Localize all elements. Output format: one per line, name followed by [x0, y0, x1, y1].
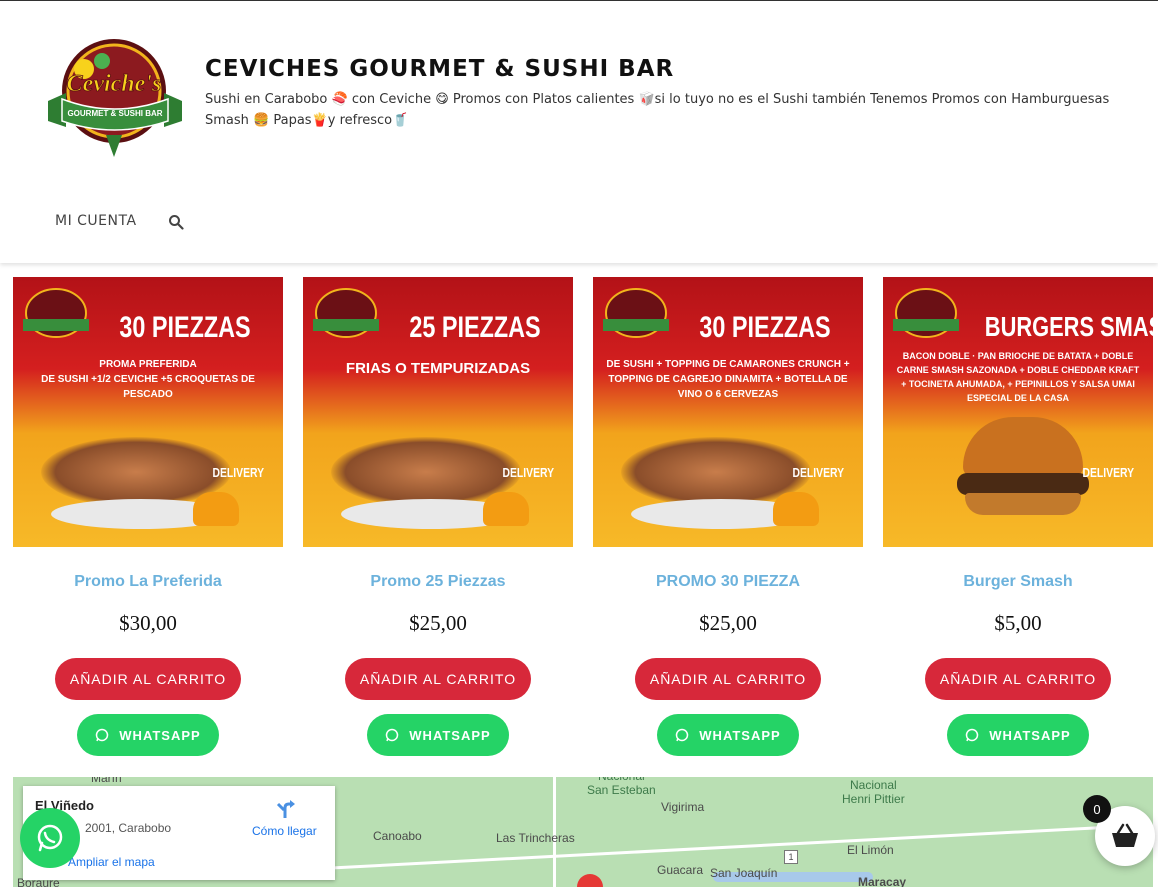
directions-link[interactable]: Cómo llegar	[252, 824, 317, 838]
embedded-map[interactable]: Marín Nacional San Esteban Vigirima Naci…	[13, 777, 1153, 887]
delivery-badge: DELIVERY	[212, 465, 265, 480]
map-address: 2001, Carabobo	[85, 821, 172, 835]
route-shield: 1	[784, 850, 798, 864]
promo-headline: BURGERS SMASH	[984, 311, 1153, 342]
product-price: $5,00	[994, 611, 1042, 635]
promo-headline: 25 PIEZZAS	[409, 311, 541, 344]
whatsapp-label: WHATSAPP	[699, 727, 781, 743]
cart-count-badge: 0	[1083, 795, 1111, 823]
delivery-badge: DELIVERY	[1082, 465, 1135, 480]
product-name[interactable]: Promo La Preferida	[13, 573, 283, 591]
promo-headline: 30 PIEZZAS	[119, 311, 251, 344]
nav-my-account[interactable]: MI CUENTA	[55, 213, 137, 229]
logo-main-text: Ceviche's	[67, 71, 162, 97]
mini-logo	[603, 288, 669, 338]
whatsapp-button[interactable]: WHATSAPP	[77, 714, 219, 756]
map-label-canoabo: Canoabo	[373, 829, 422, 843]
burger-bottom	[965, 493, 1081, 515]
product-image[interactable]: BURGERS SMASH BACON DOBLE · PAN BRIOCHE …	[883, 277, 1153, 547]
product-name[interactable]: Promo 25 Piezzas	[303, 573, 573, 591]
product-name[interactable]: PROMO 30 PIEZZA	[593, 573, 863, 591]
add-to-cart-button[interactable]: AÑADIR AL CARRITO	[635, 658, 821, 700]
promo-subline: PROMA PREFERIDA DE SUSHI +1/2 CEVICHE +5…	[41, 359, 255, 400]
map-label-las-trincheras: Las Trincheras	[496, 831, 575, 845]
map-label-marin: Marín	[91, 777, 122, 785]
add-to-cart-button[interactable]: AÑADIR AL CARRITO	[345, 658, 531, 700]
map-label-el-limon: El Limón	[847, 843, 894, 857]
whatsapp-icon	[676, 728, 689, 742]
product-price: $25,00	[409, 611, 467, 635]
whatsapp-label: WHATSAPP	[119, 727, 201, 743]
delivery-scooter	[483, 492, 529, 526]
delivery-badge: DELIVERY	[792, 465, 845, 480]
burger-patty	[957, 473, 1089, 495]
map-label-san-joaquin: San Joaquín	[710, 866, 778, 880]
add-to-cart-button[interactable]: AÑADIR AL CARRITO	[925, 658, 1111, 700]
product-price: $30,00	[119, 611, 177, 635]
site-logo[interactable]: Ceviche's GOURMET & SUSHI BAR	[44, 31, 186, 159]
product-card: 25 PIEZZAS FRIAS O TEMPURIZADAS DELIVERY…	[303, 277, 573, 756]
product-card: 30 PIEZZAS PROMA PREFERIDA DE SUSHI +1/2…	[13, 277, 283, 756]
whatsapp-label: WHATSAPP	[989, 727, 1071, 743]
product-card: 30 PIEZZAS DE SUSHI + TOPPING DE CAMARON…	[593, 277, 863, 756]
mini-logo	[893, 288, 959, 338]
map-label-henri-pittier: Nacional Henri Pittier	[842, 778, 905, 806]
whatsapp-icon	[386, 728, 399, 742]
logo-ribbon-text: GOURMET & SUSHI BAR	[67, 109, 162, 118]
product-image[interactable]: 30 PIEZZAS DE SUSHI + TOPPING DE CAMARON…	[593, 277, 863, 547]
site-description: Sushi en Carabobo 🍣 con Ceviche 😋 Promos…	[205, 92, 1110, 128]
delivery-scooter	[773, 492, 819, 526]
site-title[interactable]: CEVICHES GOURMET & SUSHI BAR	[205, 56, 674, 82]
delivery-badge: DELIVERY	[502, 465, 555, 480]
map-label-maracay: Maracay	[858, 875, 907, 887]
add-to-cart-button[interactable]: AÑADIR AL CARRITO	[55, 658, 241, 700]
basket-icon	[1112, 823, 1138, 847]
product-card: BURGERS SMASH BACON DOBLE · PAN BRIOCHE …	[883, 277, 1153, 756]
map-pin-icon[interactable]	[571, 868, 609, 887]
promo-subline: DE SUSHI + TOPPING DE CAMARONES CRUNCH +…	[606, 359, 850, 400]
whatsapp-float-button[interactable]	[20, 808, 80, 868]
whatsapp-icon	[966, 728, 979, 742]
whatsapp-button[interactable]: WHATSAPP	[367, 714, 509, 756]
whatsapp-icon	[37, 824, 63, 852]
map-label-vigirima: Vigirima	[661, 800, 705, 814]
mini-logo	[23, 288, 89, 338]
whatsapp-button[interactable]: WHATSAPP	[947, 714, 1089, 756]
delivery-scooter	[193, 492, 239, 526]
map-label-san-esteban: Nacional San Esteban	[587, 777, 656, 797]
product-name[interactable]: Burger Smash	[883, 573, 1153, 591]
burger-bun	[963, 417, 1083, 477]
site-header: Ceviche's GOURMET & SUSHI BAR CEVICHES G…	[0, 1, 1158, 263]
product-image[interactable]: 25 PIEZZAS FRIAS O TEMPURIZADAS DELIVERY	[303, 277, 573, 547]
promo-subline: BACON DOBLE · PAN BRIOCHE DE BATATA + DO…	[896, 351, 1140, 403]
map-label-guacara: Guacara	[657, 863, 704, 877]
product-image[interactable]: 30 PIEZZAS PROMA PREFERIDA DE SUSHI +1/2…	[13, 277, 283, 547]
product-price: $25,00	[699, 611, 757, 635]
whatsapp-label: WHATSAPP	[409, 727, 491, 743]
whatsapp-button[interactable]: WHATSAPP	[657, 714, 799, 756]
promo-headline: 30 PIEZZAS	[699, 311, 831, 344]
mini-logo	[313, 288, 379, 338]
enlarge-map-link[interactable]: Ampliar el mapa	[68, 855, 155, 869]
search-icon[interactable]	[168, 214, 184, 230]
promo-subline: FRIAS O TEMPURIZADAS	[345, 360, 531, 377]
directions-icon[interactable]	[274, 798, 296, 820]
whatsapp-icon	[96, 728, 109, 742]
